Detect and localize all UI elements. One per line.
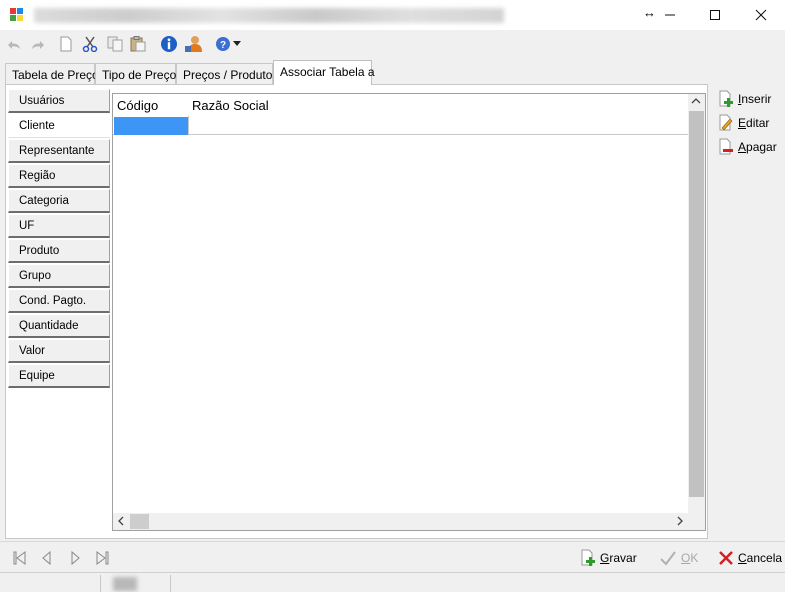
scroll-corner: [688, 513, 705, 530]
save-button[interactable]: Gravar: [580, 549, 637, 567]
undo-icon: [8, 41, 20, 49]
cut-button[interactable]: [79, 33, 101, 55]
side-item-usuarios[interactable]: Usuários: [8, 89, 110, 113]
app-icon: [10, 8, 24, 22]
save-icon: [581, 549, 595, 566]
vertical-scroll-thumb[interactable]: [689, 111, 704, 497]
previous-record-icon[interactable]: [39, 550, 55, 566]
new-document-icon: [60, 36, 72, 52]
tab-tabela-de-preco[interactable]: Tabela de Preço: [5, 63, 99, 85]
scroll-left-icon[interactable]: [117, 516, 125, 529]
scroll-right-icon[interactable]: [676, 516, 684, 529]
minimize-icon: [665, 14, 675, 16]
close-button[interactable]: [738, 0, 784, 30]
status-separator: [170, 575, 171, 592]
maximize-icon: [710, 10, 720, 20]
cell-divider: [188, 116, 189, 135]
edit-icon: [719, 114, 733, 131]
side-item-equipe[interactable]: Equipe: [8, 364, 110, 388]
user-icon: [185, 36, 202, 52]
side-item-categoria[interactable]: Categoria: [8, 189, 110, 213]
side-item-valor[interactable]: Valor: [8, 339, 110, 363]
side-item-cliente[interactable]: Cliente: [8, 114, 110, 138]
status-field: [113, 577, 137, 591]
info-icon: [161, 36, 177, 52]
side-item-uf[interactable]: UF: [8, 214, 110, 238]
grid-header: Código Razão Social: [113, 94, 690, 116]
ok-button[interactable]: OK: [659, 549, 698, 567]
column-header-razao-social[interactable]: Razão Social: [192, 98, 269, 113]
cancel-label: Cancela: [738, 551, 783, 565]
tab-precos-produtos[interactable]: Preços / Produtos: [176, 63, 278, 85]
side-item-produto[interactable]: Produto: [8, 239, 110, 263]
vertical-scrollbar[interactable]: [688, 94, 705, 514]
tab-associar-tabela[interactable]: Associar Tabela a: [273, 60, 375, 85]
new-document-button[interactable]: [55, 33, 77, 55]
side-item-regiao[interactable]: Região: [8, 164, 110, 188]
column-header-codigo[interactable]: Código: [117, 98, 158, 113]
data-grid[interactable]: Código Razão Social: [112, 93, 706, 531]
side-item-grupo[interactable]: Grupo: [8, 264, 110, 288]
insert-button[interactable]: Inserir: [718, 89, 771, 109]
horizontal-scrollbar[interactable]: [113, 513, 690, 530]
maximize-button[interactable]: [692, 0, 738, 30]
status-bar: [0, 572, 785, 592]
cancel-icon: [719, 551, 733, 565]
toolbar: ?: [0, 31, 785, 57]
selected-cell[interactable]: [114, 117, 188, 135]
last-record-icon[interactable]: [94, 550, 110, 566]
title-bar: ↔: [0, 0, 785, 30]
close-icon: [755, 9, 767, 21]
cancel-button[interactable]: Cancela: [718, 549, 782, 567]
cut-icon: [82, 36, 98, 52]
scroll-up-icon[interactable]: [691, 96, 701, 108]
edit-label: Editar: [738, 116, 770, 130]
insert-label: Inserir: [738, 92, 772, 106]
status-separator: [100, 575, 101, 592]
next-record-icon[interactable]: [67, 550, 83, 566]
redo-icon: [32, 41, 44, 49]
dropdown-arrow-icon: [233, 41, 241, 46]
delete-label: Apagar: [738, 140, 777, 154]
save-label: Gravar: [600, 551, 637, 565]
delete-button[interactable]: Apagar: [718, 137, 777, 157]
paste-icon: [130, 36, 146, 52]
copy-icon: [107, 36, 123, 52]
window-title: [34, 8, 504, 23]
table-row[interactable]: [113, 116, 689, 135]
info-button[interactable]: [158, 33, 180, 55]
help-dropdown[interactable]: [230, 33, 244, 55]
insert-icon: [719, 90, 733, 107]
side-item-cond-pagto[interactable]: Cond. Pagto.: [8, 289, 110, 313]
tab-tipo-de-precos[interactable]: Tipo de Preços: [95, 63, 182, 85]
ok-label: OK: [681, 551, 699, 565]
delete-icon: [719, 138, 733, 155]
svg-text:?: ?: [220, 40, 226, 51]
bottom-bar: Gravar OK Cancela: [0, 541, 785, 571]
redo-button[interactable]: [27, 33, 49, 55]
edit-button[interactable]: Editar: [718, 113, 769, 133]
user-button[interactable]: [183, 33, 205, 55]
paste-button[interactable]: [127, 33, 149, 55]
checkmark-icon: [660, 551, 676, 566]
help-icon: ?: [216, 37, 230, 51]
side-item-representante[interactable]: Representante: [8, 139, 110, 163]
undo-button[interactable]: [3, 33, 25, 55]
first-record-icon[interactable]: [12, 550, 28, 566]
horizontal-scroll-thumb[interactable]: [130, 514, 149, 529]
side-item-quantidade[interactable]: Quantidade: [8, 314, 110, 338]
minimize-button[interactable]: [647, 0, 693, 30]
copy-button[interactable]: [104, 33, 126, 55]
